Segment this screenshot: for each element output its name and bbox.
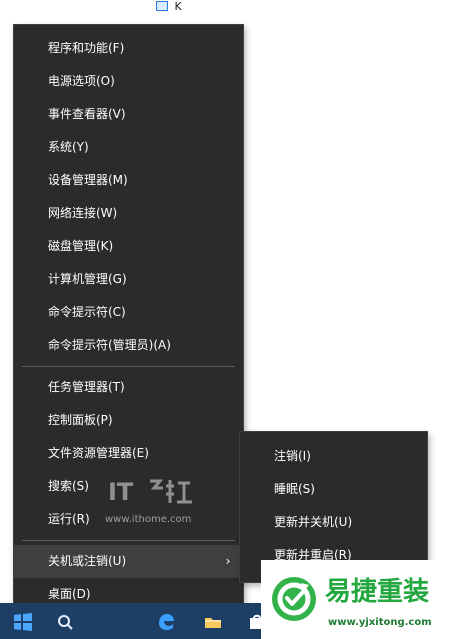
power-user-menu: 程序和功能(F) 电源选项(O) 事件查看器(V) 系统(Y) 设备管理器(M)… (13, 24, 244, 617)
menu-item-network-connections[interactable]: 网络连接(W) (14, 197, 243, 230)
windows-start-icon[interactable] (13, 612, 33, 632)
submenu-item-update-shutdown[interactable]: 更新并关机(U) (240, 506, 427, 539)
menu-item-power-options[interactable]: 电源选项(O) (14, 65, 243, 98)
ithome-watermark: IT www.ithome.com (105, 476, 207, 528)
ithome-logo-icon: IT (108, 478, 192, 506)
submenu-item-label: 注销(I) (274, 449, 311, 463)
chevron-right-icon: › (225, 554, 231, 568)
edge-browser-icon[interactable] (157, 613, 175, 631)
menu-item-label: 文件资源管理器(E) (48, 446, 149, 460)
submenu-item-sign-out[interactable]: 注销(I) (240, 440, 427, 473)
brand-refresh-icon (272, 577, 316, 621)
svg-text:IT: IT (108, 478, 134, 506)
menu-item-label: 运行(R) (48, 512, 90, 526)
file-icon (156, 1, 168, 11)
menu-item-disk-management[interactable]: 磁盘管理(K) (14, 230, 243, 263)
menu-item-system[interactable]: 系统(Y) (14, 131, 243, 164)
submenu-item-label: 睡眠(S) (274, 482, 315, 496)
menu-item-command-prompt-admin[interactable]: 命令提示符(管理员)(A) (14, 329, 243, 362)
menu-item-label: 桌面(D) (48, 587, 91, 601)
menu-item-programs-features[interactable]: 程序和功能(F) (14, 32, 243, 65)
menu-item-label: 程序和功能(F) (48, 41, 125, 55)
menu-item-label: 事件查看器(V) (48, 107, 126, 121)
menu-item-label: 命令提示符(C) (48, 305, 126, 319)
menu-separator (22, 366, 235, 367)
file-explorer-icon[interactable] (204, 613, 222, 631)
brand-url: www.yjxitong.com (328, 617, 432, 628)
menu-item-label: 命令提示符(管理员)(A) (48, 338, 171, 352)
menu-item-event-viewer[interactable]: 事件查看器(V) (14, 98, 243, 131)
menu-item-control-panel[interactable]: 控制面板(P) (14, 404, 243, 437)
yjxitong-brand-logo: 易捷重装 www.yjxitong.com (261, 560, 451, 639)
menu-item-file-explorer[interactable]: 文件资源管理器(E) (14, 437, 243, 470)
menu-item-label: 磁盘管理(K) (48, 239, 114, 253)
search-icon[interactable] (56, 613, 74, 631)
desktop-file-label: K (174, 0, 182, 13)
menu-item-command-prompt[interactable]: 命令提示符(C) (14, 296, 243, 329)
brand-title: 易捷重装 (325, 577, 430, 607)
menu-item-label: 计算机管理(G) (48, 272, 127, 286)
menu-item-computer-management[interactable]: 计算机管理(G) (14, 263, 243, 296)
menu-item-task-manager[interactable]: 任务管理器(T) (14, 371, 243, 404)
menu-separator (22, 540, 235, 541)
menu-item-label: 设备管理器(M) (48, 173, 128, 187)
menu-item-label: 关机或注销(U) (48, 554, 127, 568)
menu-item-label: 控制面板(P) (48, 413, 113, 427)
menu-item-label: 系统(Y) (48, 140, 89, 154)
desktop-file-item[interactable]: K (156, 0, 196, 14)
menu-item-label: 电源选项(O) (48, 74, 115, 88)
menu-item-label: 搜索(S) (48, 479, 89, 493)
menu-item-device-manager[interactable]: 设备管理器(M) (14, 164, 243, 197)
submenu-item-sleep[interactable]: 睡眠(S) (240, 473, 427, 506)
submenu-item-label: 更新并关机(U) (274, 515, 353, 529)
menu-item-shutdown-signout[interactable]: 关机或注销(U) › (14, 545, 243, 578)
ithome-url: www.ithome.com (105, 514, 192, 525)
menu-item-label: 任务管理器(T) (48, 380, 125, 394)
menu-item-label: 网络连接(W) (48, 206, 118, 220)
